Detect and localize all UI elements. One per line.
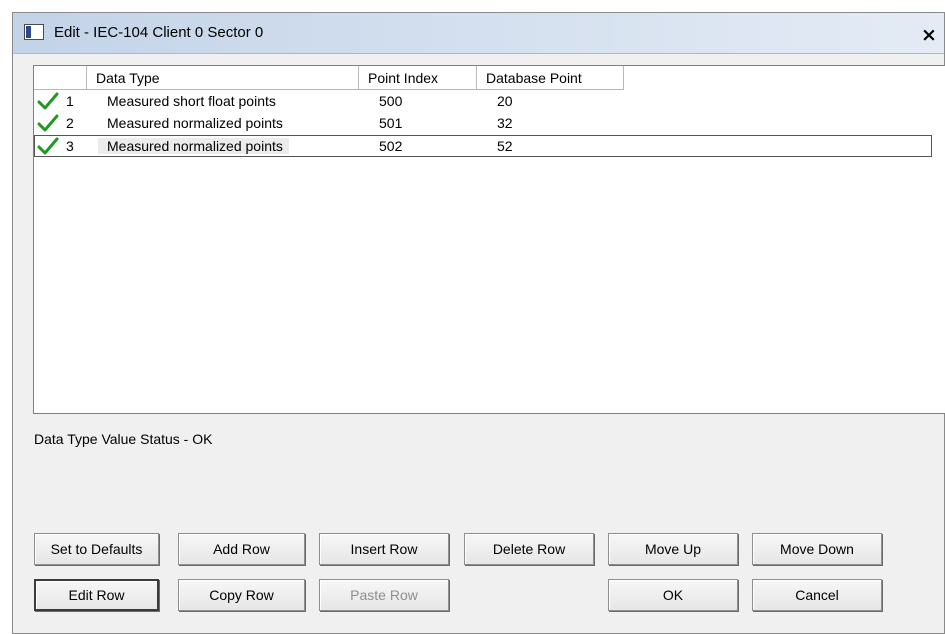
cell-point-index[interactable]: 500: [379, 90, 402, 112]
add-row-button[interactable]: Add Row: [178, 533, 305, 565]
row-number: 2: [66, 115, 74, 131]
header-data-type[interactable]: Data Type: [87, 66, 359, 90]
move-up-button[interactable]: Move Up: [608, 533, 738, 565]
cell-data-type[interactable]: Measured normalized points: [107, 112, 283, 134]
edit-row-button[interactable]: Edit Row: [34, 579, 159, 611]
header-database-point[interactable]: Database Point: [477, 66, 624, 90]
close-button[interactable]: ×: [916, 22, 942, 48]
status-text: Data Type Value Status - OK: [34, 431, 213, 447]
cell-database-point[interactable]: 52: [497, 136, 513, 158]
check-icon: [37, 114, 59, 132]
paste-row-button: Paste Row: [319, 579, 449, 611]
cancel-button[interactable]: Cancel: [752, 579, 882, 611]
title-bar[interactable]: Edit - IEC-104 Client 0 Sector 0 ×: [13, 13, 944, 54]
header-point-index[interactable]: Point Index: [359, 66, 477, 90]
cell-data-type[interactable]: Measured normalized points: [98, 136, 289, 158]
row-number: 1: [66, 93, 74, 109]
table-row[interactable]: 2 Measured normalized points 501 32: [34, 112, 931, 134]
points-grid[interactable]: Data Type Point Index Database Point 1 M…: [33, 65, 945, 414]
table-row[interactable]: 1 Measured short float points 500 20: [34, 90, 931, 112]
copy-row-button[interactable]: Copy Row: [178, 579, 305, 611]
window-icon: [24, 24, 44, 40]
check-icon: [37, 137, 59, 155]
header-rownum-column[interactable]: [34, 66, 87, 90]
cell-data-type[interactable]: Measured short float points: [107, 90, 276, 112]
cell-point-index[interactable]: 502: [379, 136, 402, 158]
move-down-button[interactable]: Move Down: [752, 533, 882, 565]
insert-row-button[interactable]: Insert Row: [319, 533, 449, 565]
row-number: 3: [66, 138, 74, 154]
cell-database-point[interactable]: 20: [497, 90, 513, 112]
cell-point-index[interactable]: 501: [379, 112, 402, 134]
table-row-selected[interactable]: 3 Measured normalized points 502 52: [34, 135, 932, 157]
check-icon: [37, 92, 59, 110]
edit-dialog: Edit - IEC-104 Client 0 Sector 0 × Data …: [12, 12, 945, 634]
delete-row-button[interactable]: Delete Row: [464, 533, 594, 565]
grid-header: Data Type Point Index Database Point: [34, 66, 945, 90]
cell-database-point[interactable]: 32: [497, 112, 513, 134]
window-title: Edit - IEC-104 Client 0 Sector 0: [54, 24, 264, 41]
cell-data-type-text: Measured normalized points: [98, 138, 289, 154]
ok-button[interactable]: OK: [608, 579, 738, 611]
set-to-defaults-button[interactable]: Set to Defaults: [34, 533, 159, 565]
